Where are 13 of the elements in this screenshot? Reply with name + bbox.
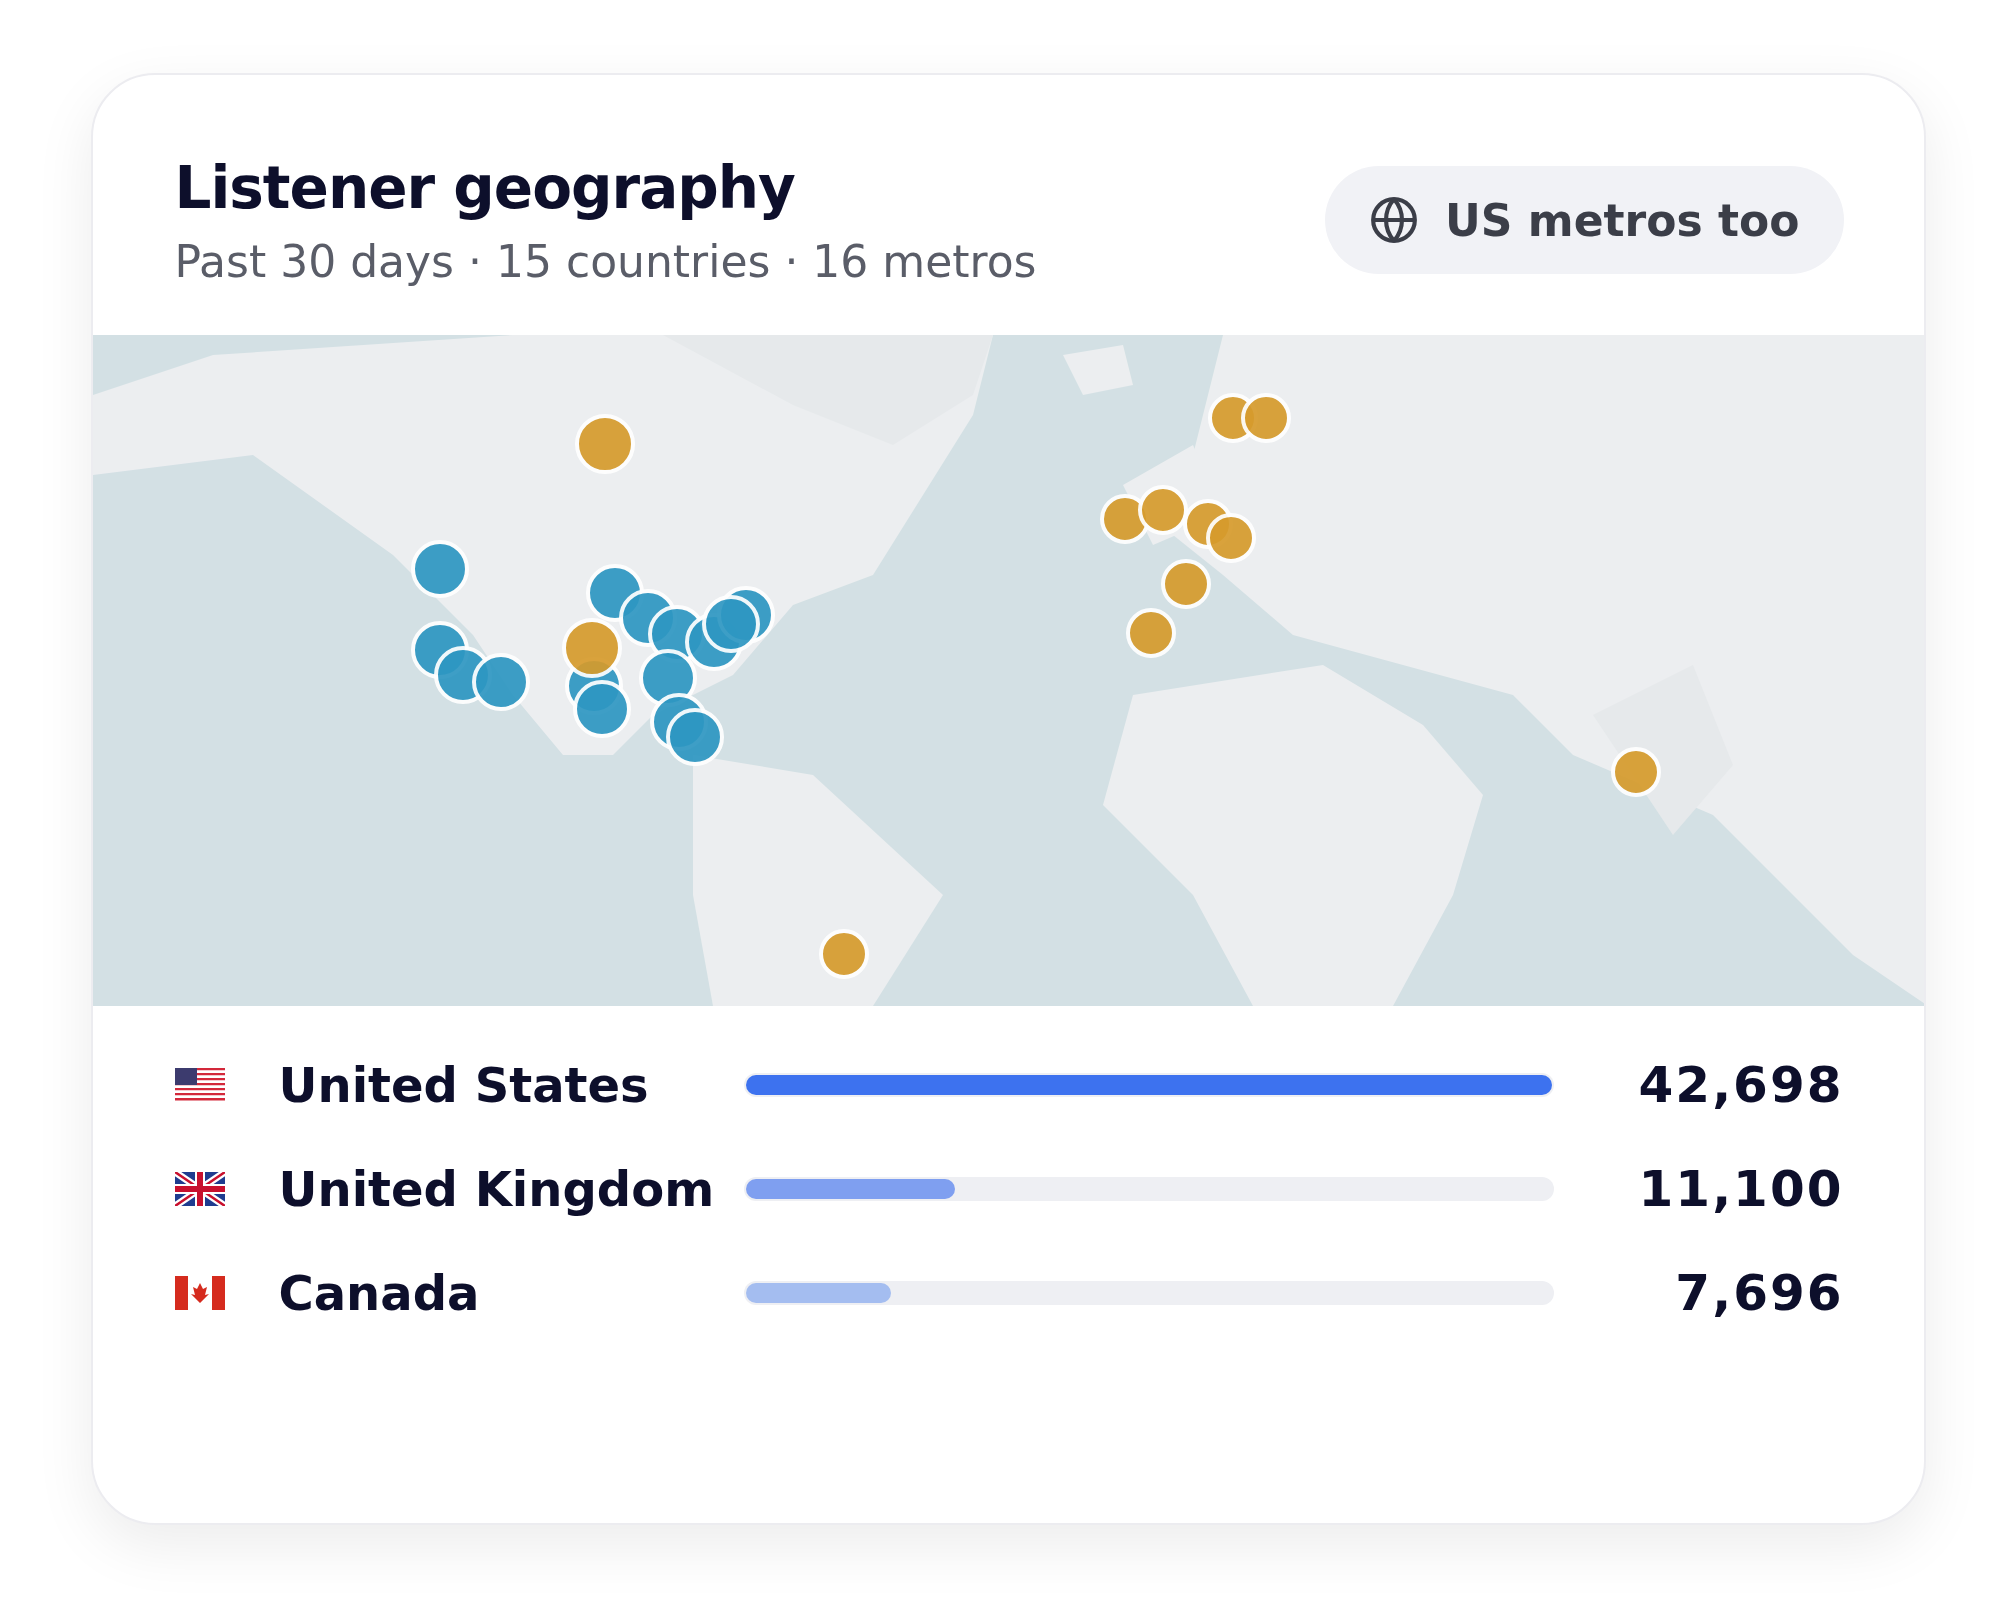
listener-count: 7,696 [1674,1264,1844,1322]
country-name: United Kingdom [278,1161,716,1217]
flag-icon [174,1172,225,1206]
flag-icon [174,1068,225,1102]
card-title: Listener geography [174,153,796,222]
card-subtitle: Past 30 days · 15 countries · 16 metros [174,235,1037,287]
country-name: United States [278,1057,650,1113]
metros-toggle-button[interactable]: US metros too [1325,166,1844,274]
listener-count: 11,100 [1637,1160,1844,1218]
flag-icon [174,1276,225,1310]
listener-count: 42,698 [1637,1056,1844,1114]
globe-icon [1369,195,1420,245]
country-name: Canada [278,1265,481,1321]
